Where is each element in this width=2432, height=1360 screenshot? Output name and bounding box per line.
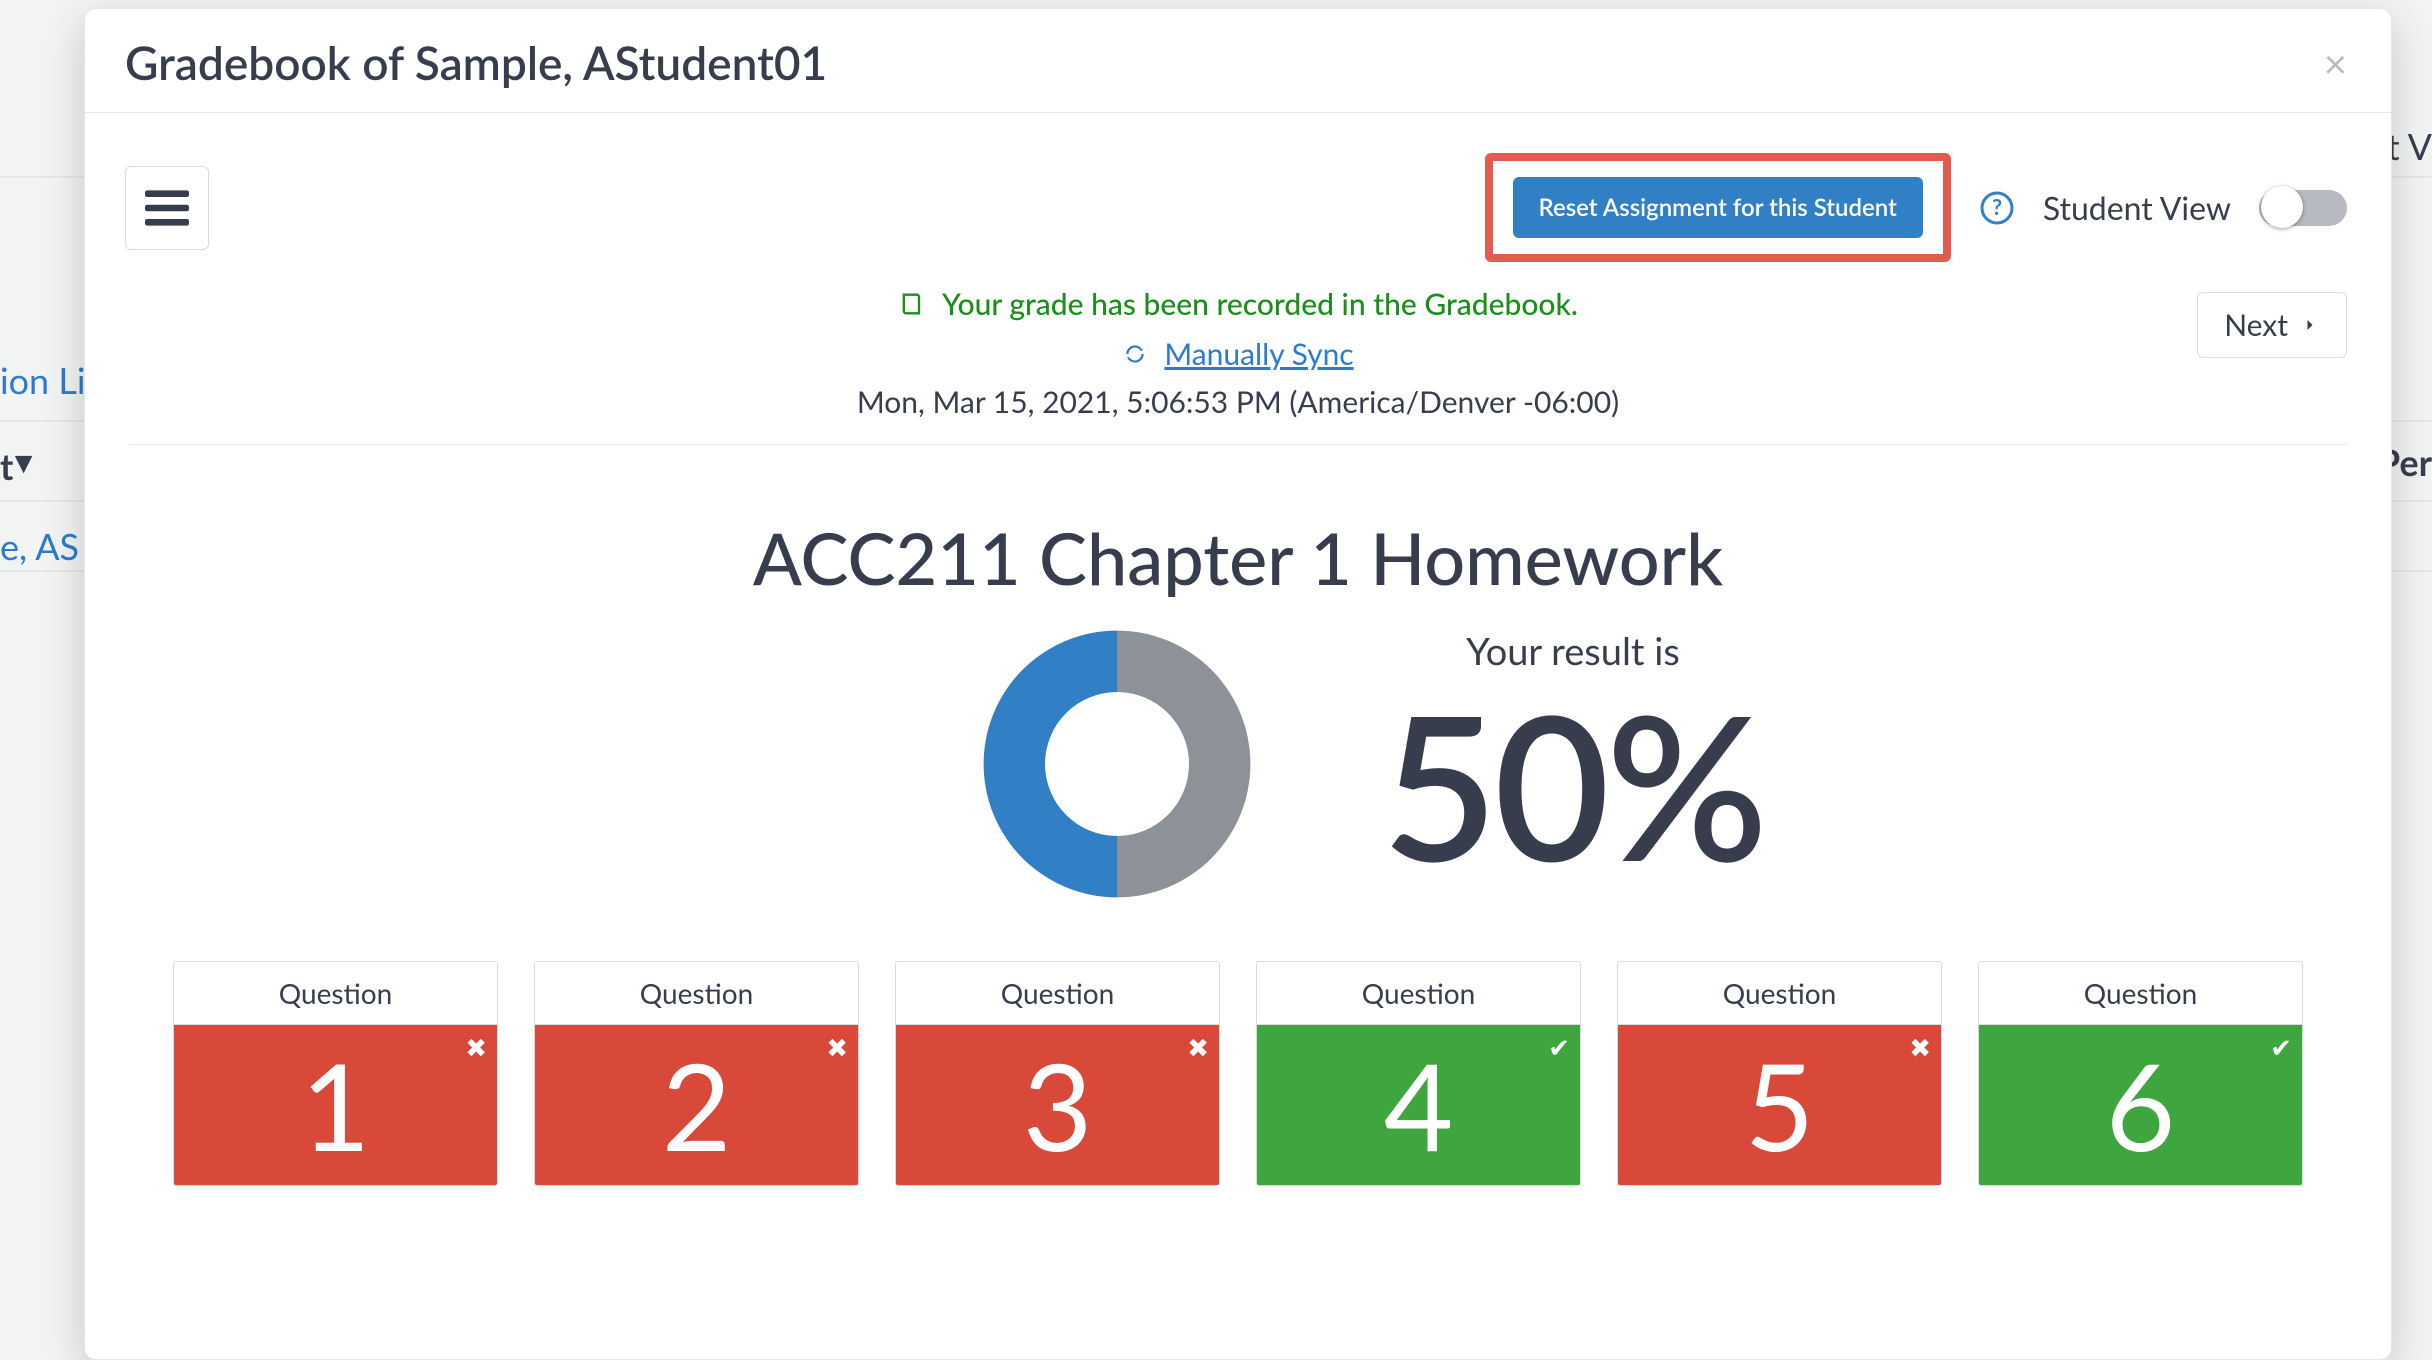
bg-text-fragment: e, AS — [0, 524, 79, 568]
book-icon — [898, 290, 926, 318]
close-icon[interactable]: × — [2324, 43, 2347, 83]
result-percent: 50% — [1382, 664, 1764, 904]
reset-highlight-box: Reset Assignment for this Student — [1485, 153, 1951, 262]
next-label: Next — [2224, 307, 2288, 343]
question-card-body: 2✖ — [535, 1025, 858, 1185]
manually-sync-text: Manually Sync — [1164, 336, 1353, 372]
question-card-body: 5✖ — [1618, 1025, 1941, 1185]
question-card-body: 6✔ — [1979, 1025, 2302, 1185]
question-card[interactable]: Question2✖ — [534, 961, 859, 1186]
x-icon: ✖ — [1909, 1031, 1931, 1064]
x-icon: ✖ — [826, 1031, 848, 1064]
question-card[interactable]: Question4✔ — [1256, 961, 1581, 1186]
question-card-body: 3✖ — [896, 1025, 1219, 1185]
question-circle-icon[interactable]: ? — [1979, 190, 2015, 226]
donut-slice — [1117, 631, 1250, 898]
result-region: ACC211 Chapter 1 Homework Your result is… — [85, 445, 2391, 1186]
bg-text-fragment: ion Li — [0, 358, 85, 402]
modal-header: Gradebook of Sample, AStudent01 × — [85, 9, 2391, 113]
score-donut — [972, 619, 1262, 913]
question-card-body: 1✖ — [174, 1025, 497, 1185]
svg-text:?: ? — [1992, 193, 2002, 220]
next-button[interactable]: Next — [2197, 292, 2347, 358]
x-icon: ✖ — [465, 1031, 487, 1064]
check-icon: ✔ — [1548, 1031, 1570, 1064]
assignment-title: ACC211 Chapter 1 Homework — [129, 515, 2347, 601]
question-card[interactable]: Question3✖ — [895, 961, 1220, 1186]
student-view-label: Student View — [2043, 188, 2231, 227]
question-card-label: Question — [1979, 962, 2302, 1025]
donut-slice — [983, 631, 1116, 898]
status-row: Your grade has been recorded in the Grad… — [85, 274, 2391, 444]
chevron-right-icon — [2300, 315, 2320, 335]
question-card-body: 4✔ — [1257, 1025, 1580, 1185]
toggle-knob — [2261, 186, 2303, 228]
x-icon: ✖ — [1187, 1031, 1209, 1064]
question-card-label: Question — [535, 962, 858, 1025]
reset-assignment-button[interactable]: Reset Assignment for this Student — [1513, 177, 1923, 238]
sync-icon — [1122, 341, 1148, 367]
grade-recorded-line: Your grade has been recorded in the Grad… — [898, 286, 1578, 322]
grade-recorded-text: Your grade has been recorded in the Grad… — [942, 286, 1578, 322]
toolbar-right: Reset Assignment for this Student ? Stud… — [1485, 153, 2348, 262]
question-card-label: Question — [174, 962, 497, 1025]
status-timestamp: Mon, Mar 15, 2021, 5:06:53 PM (America/D… — [857, 384, 1619, 420]
question-card-label: Question — [896, 962, 1219, 1025]
score-column: Your result is 50% — [1382, 628, 1764, 904]
hamburger-icon — [145, 189, 189, 227]
status-block: Your grade has been recorded in the Grad… — [857, 286, 1619, 420]
question-card[interactable]: Question6✔ — [1978, 961, 2303, 1186]
modal-title: Gradebook of Sample, AStudent01 — [125, 35, 827, 90]
hamburger-button[interactable] — [125, 166, 209, 250]
gradebook-modal: Gradebook of Sample, AStudent01 × Reset … — [84, 8, 2392, 1360]
question-card-label: Question — [1618, 962, 1941, 1025]
check-icon: ✔ — [2270, 1031, 2292, 1064]
modal-toolbar: Reset Assignment for this Student ? Stud… — [85, 113, 2391, 274]
question-card[interactable]: Question5✖ — [1617, 961, 1942, 1186]
manually-sync-link[interactable]: Manually Sync — [1122, 336, 1353, 372]
app-root: ion Li t ▼ e, AS ent V Per Gradebook of … — [0, 0, 2432, 1360]
question-card-label: Question — [1257, 962, 1580, 1025]
question-grid: Question1✖Question2✖Question3✖Question4✔… — [129, 913, 2347, 1186]
question-card[interactable]: Question1✖ — [173, 961, 498, 1186]
result-row: Your result is 50% — [129, 619, 2347, 913]
student-view-toggle[interactable] — [2259, 190, 2347, 226]
